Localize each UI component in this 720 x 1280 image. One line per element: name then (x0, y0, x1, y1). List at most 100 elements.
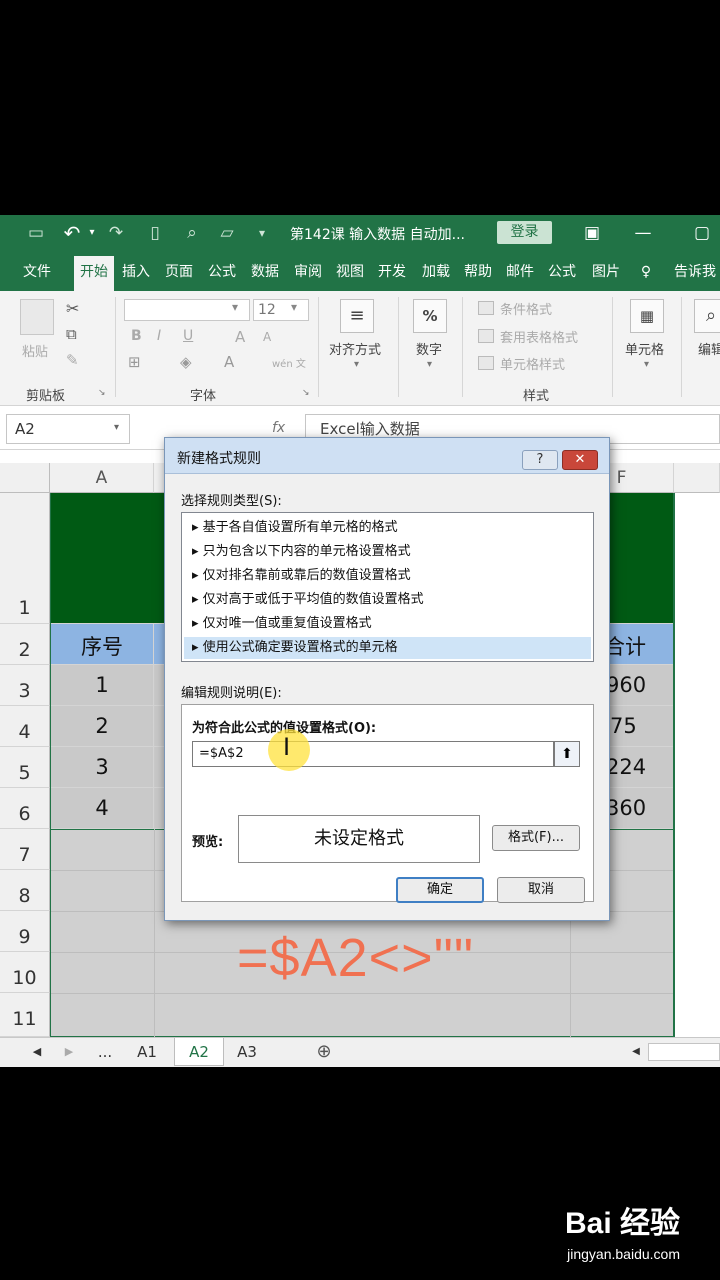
login-button[interactable]: 登录 (497, 221, 552, 244)
scroll-left-icon[interactable]: ◀ (30, 1038, 44, 1066)
rule-type-text: 仅对高于或低于平均值的数值设置格式 (202, 592, 424, 607)
row-header[interactable]: 10 (0, 952, 50, 993)
tab-insert[interactable]: 插入 (117, 253, 155, 291)
restore-icon[interactable]: ▢ (690, 221, 714, 245)
fill-color-icon[interactable]: ◈ (180, 353, 192, 371)
cell-styles-button[interactable]: 单元格样式 (500, 354, 565, 373)
select-all-corner[interactable] (0, 463, 50, 493)
font-size-select[interactable]: 12 (253, 299, 309, 321)
name-box[interactable]: A2 (6, 414, 130, 444)
number-format-button[interactable]: 数字 (416, 339, 442, 358)
tab-home[interactable]: 开始 (74, 256, 114, 291)
shrink-font-button[interactable]: A (263, 330, 271, 344)
tell-me-search[interactable]: 告诉我 (670, 253, 720, 291)
row-header[interactable]: 5 (0, 747, 50, 788)
close-button[interactable]: ✕ (562, 450, 598, 470)
lightbulb-icon[interactable]: ♀ (638, 253, 654, 291)
ribbon-display-icon[interactable]: ▣ (580, 221, 604, 245)
alignment-icon[interactable]: ≡ (340, 299, 374, 333)
sheet-tab-a1[interactable]: A1 (126, 1038, 168, 1066)
row-header[interactable]: 8 (0, 870, 50, 911)
ribbon-divider (115, 297, 116, 397)
rule-type-item[interactable]: ▸ 只为包含以下内容的单元格设置格式 (192, 541, 411, 563)
format-button[interactable]: 格式(F)... (492, 825, 580, 851)
rule-type-item[interactable]: ▸ 仅对唯一值或重复值设置格式 (192, 613, 372, 635)
undo-dropdown-icon[interactable]: ▾ (80, 221, 104, 245)
grow-font-button[interactable]: A (235, 328, 245, 346)
row-header[interactable]: 1 (0, 493, 50, 624)
add-sheet-icon[interactable]: ⊕ (312, 1038, 336, 1066)
phonetic-guide-button[interactable]: wén 文 (272, 355, 306, 370)
cut-icon[interactable]: ✂ (66, 299, 79, 318)
cancel-button[interactable]: 取消 (497, 877, 585, 903)
row-header[interactable]: 9 (0, 911, 50, 952)
paste-button[interactable]: 粘贴 (22, 341, 48, 360)
copy-icon[interactable]: ⧉ (66, 325, 77, 343)
tab-page-layout[interactable]: 页面 (160, 253, 198, 291)
editing-button[interactable]: 编辑 (698, 339, 720, 358)
italic-button[interactable]: I (157, 328, 161, 344)
tab-data[interactable]: 数据 (246, 253, 284, 291)
print-preview-icon[interactable]: ⌕ (180, 221, 204, 245)
collapse-dialog-icon[interactable]: ⬆ (554, 741, 580, 767)
customize-toolbar-icon[interactable]: ▾ (250, 221, 274, 245)
row-header[interactable]: 4 (0, 706, 50, 747)
tab-formulas[interactable]: 公式 (203, 253, 241, 291)
editing-search-icon[interactable]: ⌕ (694, 299, 720, 333)
scroll-right-icon[interactable]: ▶ (62, 1038, 76, 1066)
format-as-table-button[interactable]: 套用表格格式 (500, 327, 578, 346)
cells-icon[interactable]: ▦ (630, 299, 664, 333)
border-icon[interactable]: ⊞ (128, 353, 141, 371)
table-format-icon (478, 329, 494, 343)
new-file-icon[interactable]: ▯ (143, 221, 167, 245)
save-icon[interactable]: ▭ (24, 221, 48, 245)
tab-file[interactable]: 文件 (14, 253, 60, 291)
column-header[interactable] (674, 463, 720, 493)
edit-rule-label: 编辑规则说明(E): (181, 686, 282, 701)
dialog-title-bar[interactable]: 新建格式规则 ? ✕ (165, 438, 609, 474)
column-header-a[interactable]: A (50, 463, 154, 493)
format-painter-icon[interactable]: ✎ (66, 351, 79, 369)
horizontal-scrollbar[interactable] (648, 1043, 720, 1061)
paste-icon[interactable] (20, 299, 54, 335)
tab-mail[interactable]: 邮件 (501, 253, 539, 291)
sheet-tab-a3[interactable]: A3 (226, 1038, 268, 1066)
rule-type-item[interactable]: ▸ 仅对高于或低于平均值的数值设置格式 (192, 589, 424, 611)
more-sheets-button[interactable]: ... (92, 1038, 118, 1066)
underline-button[interactable]: U (183, 328, 193, 344)
row-header[interactable]: 2 (0, 624, 50, 665)
total-value: 75 (610, 714, 637, 738)
row-header[interactable]: 7 (0, 829, 50, 870)
redo-icon[interactable]: ↷ (104, 221, 128, 245)
tab-addins[interactable]: 加载 (416, 253, 456, 291)
tab-review[interactable]: 审阅 (289, 253, 327, 291)
row-header[interactable]: 3 (0, 665, 50, 706)
sheet-tab-a2[interactable]: A2 (174, 1038, 224, 1066)
alignment-button[interactable]: 对齐方式 (329, 339, 381, 358)
cells-button[interactable]: 单元格 (625, 339, 664, 358)
clipboard-launcher-icon[interactable]: ↘ (98, 388, 106, 398)
rule-type-item[interactable]: ▸ 基于各自值设置所有单元格的格式 (192, 517, 398, 539)
font-color-icon[interactable]: A (224, 353, 234, 371)
rule-type-item[interactable]: ▸ 仅对排名靠前或靠后的数值设置格式 (192, 565, 411, 587)
bold-button[interactable]: B (131, 328, 142, 344)
rule-formula-input[interactable]: =$A$2 (192, 741, 554, 767)
minimize-icon[interactable]: — (631, 221, 655, 245)
hscroll-left-icon[interactable]: ◀ (626, 1038, 646, 1066)
tab-picture[interactable]: 图片 (586, 253, 626, 291)
ok-button[interactable]: 确定 (396, 877, 484, 903)
tab-view[interactable]: 视图 (331, 253, 369, 291)
row-header[interactable]: 6 (0, 788, 50, 829)
tab-developer[interactable]: 开发 (373, 253, 411, 291)
tab-help[interactable]: 帮助 (459, 253, 497, 291)
help-button[interactable]: ? (522, 450, 558, 470)
open-folder-icon[interactable]: ▱ (215, 221, 239, 245)
font-launcher-icon[interactable]: ↘ (302, 388, 310, 398)
selection-border (673, 493, 675, 1037)
percent-icon[interactable]: % (413, 299, 447, 333)
row-header[interactable]: 11 (0, 993, 50, 1037)
tab-formula-tools[interactable]: 公式 (543, 253, 581, 291)
insert-function-button[interactable]: fx (272, 420, 285, 436)
rule-type-item-selected[interactable]: ▸ 使用公式确定要设置格式的单元格 (184, 637, 591, 659)
conditional-format-button[interactable]: 条件格式 (500, 299, 552, 318)
